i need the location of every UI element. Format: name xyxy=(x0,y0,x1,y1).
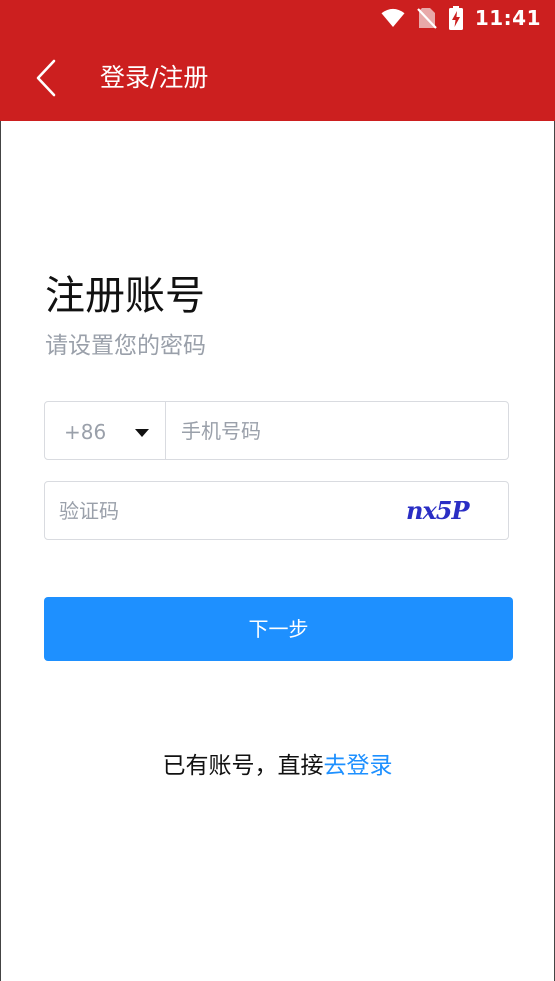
register-heading: 注册账号 xyxy=(45,273,205,319)
captcha-row: nx5P xyxy=(44,481,509,540)
phone-number-row: +86 xyxy=(44,401,509,460)
captcha-text: nx5P xyxy=(406,496,470,525)
next-step-button[interactable]: 下一步 xyxy=(44,597,513,661)
register-subheading: 请设置您的密码 xyxy=(45,333,206,359)
country-code-value: +86 xyxy=(64,420,107,444)
login-prompt: 已有账号，直接去登录 xyxy=(0,750,555,782)
captcha-image[interactable]: nx5P xyxy=(400,492,480,528)
country-code-select[interactable]: +86 xyxy=(45,402,166,459)
chevron-left-icon xyxy=(36,59,56,97)
toolbar: 登录/注册 xyxy=(0,36,555,121)
login-prompt-text: 已有账号，直接 xyxy=(162,753,324,779)
phone-number-input[interactable] xyxy=(166,402,508,459)
captcha-input[interactable] xyxy=(59,482,359,539)
status-bar: 11:41 xyxy=(0,0,555,36)
page-title: 登录/注册 xyxy=(100,63,209,92)
status-time: 11:41 xyxy=(474,6,541,30)
back-button[interactable] xyxy=(22,54,70,102)
caret-down-icon xyxy=(135,429,149,437)
go-login-link[interactable]: 去登录 xyxy=(324,753,393,779)
status-icons: 11:41 xyxy=(381,4,541,32)
battery-charging-icon xyxy=(448,6,463,30)
app-header: 11:41 登录/注册 xyxy=(0,0,555,121)
page-border-left xyxy=(0,121,1,981)
no-sim-icon xyxy=(417,8,437,29)
wifi-icon xyxy=(381,8,405,27)
